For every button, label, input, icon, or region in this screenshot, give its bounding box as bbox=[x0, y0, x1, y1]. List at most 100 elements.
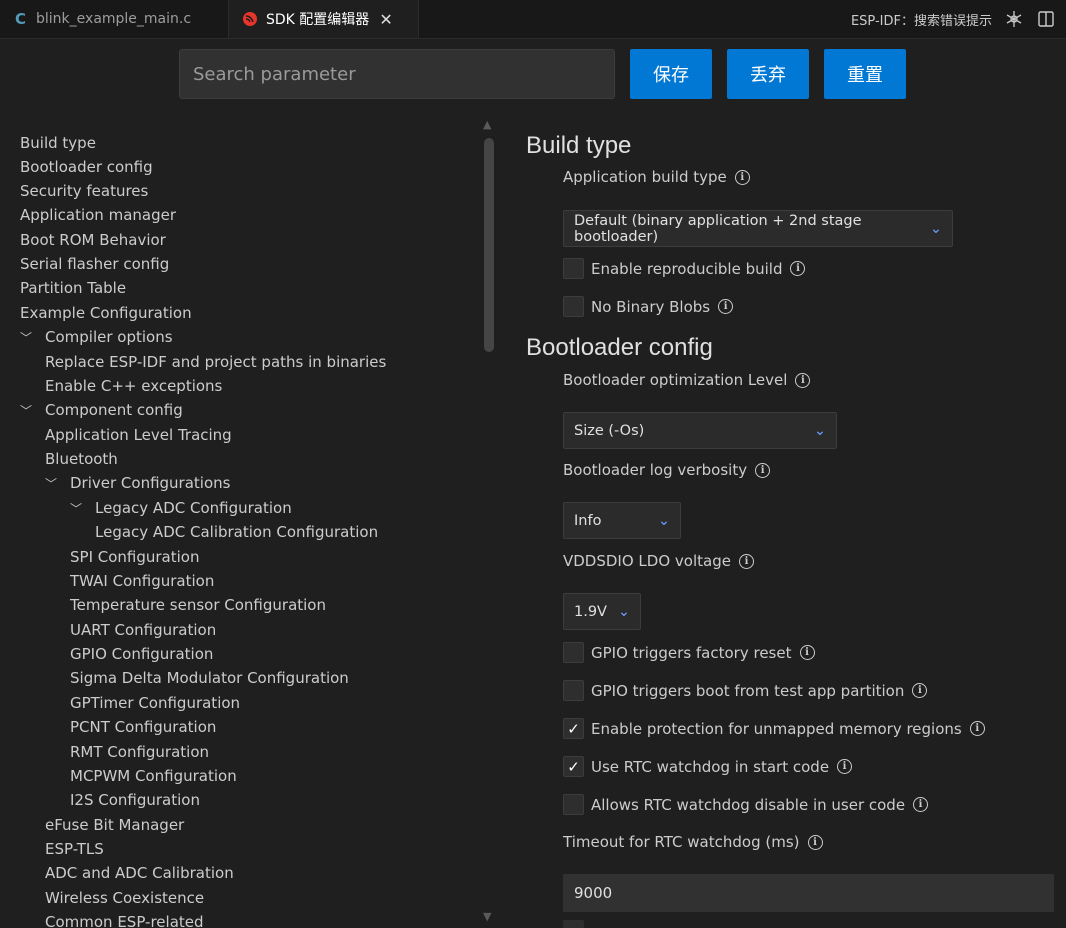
vddsdio-select[interactable]: 1.9V ⌄ bbox=[563, 593, 641, 630]
section-title-build-type: Build type bbox=[526, 132, 632, 159]
tree-item[interactable]: SPI Configuration bbox=[70, 545, 200, 569]
tree-item-legacy-adc[interactable]: ﹀ Legacy ADC Configuration bbox=[70, 496, 292, 520]
gpio-test-app-checkbox[interactable] bbox=[563, 680, 584, 701]
tab-label: blink_example_main.c bbox=[36, 11, 192, 27]
info-icon[interactable]: i bbox=[734, 169, 750, 185]
chevron-down-icon: ⌄ bbox=[813, 422, 826, 439]
tree-item[interactable]: Bluetooth bbox=[45, 447, 118, 471]
tree-item[interactable]: PCNT Configuration bbox=[70, 715, 216, 739]
app-build-type-label: Application build type i bbox=[563, 168, 750, 186]
bootloader-log-label: Bootloader log verbosity i bbox=[563, 461, 771, 479]
config-tree: Build type Bootloader config Security fe… bbox=[0, 130, 480, 928]
info-icon[interactable]: i bbox=[913, 797, 929, 812]
info-icon[interactable]: i bbox=[755, 462, 771, 478]
tree-item[interactable]: ESP-TLS bbox=[45, 837, 104, 861]
tree-item[interactable]: RMT Configuration bbox=[70, 740, 209, 764]
rtc-watchdog-start-checkbox[interactable]: ✓ bbox=[563, 756, 584, 777]
tree-item[interactable]: GPIO Configuration bbox=[70, 642, 213, 666]
info-icon[interactable]: i bbox=[807, 834, 823, 850]
tree-item[interactable]: I2S Configuration bbox=[70, 788, 200, 812]
discard-button[interactable]: 丢弃 bbox=[727, 49, 809, 99]
rtc-timeout-input[interactable] bbox=[563, 874, 1054, 912]
search-input[interactable] bbox=[179, 49, 615, 99]
tree-item[interactable]: Bootloader config bbox=[20, 155, 153, 179]
tree-item[interactable]: Wireless Coexistence bbox=[45, 886, 204, 910]
espressif-icon bbox=[243, 12, 257, 26]
tree-item[interactable]: Sigma Delta Modulator Configuration bbox=[70, 666, 349, 690]
editor-actions: ESP-IDF：搜索错误提示 bbox=[851, 0, 1056, 38]
tree-item[interactable]: Example Configuration bbox=[20, 301, 192, 325]
tab-blink-example-main[interactable]: C blink_example_main.c bbox=[0, 0, 229, 38]
tree-item[interactable]: Application Level Tracing bbox=[45, 423, 232, 447]
save-button[interactable]: 保存 bbox=[630, 49, 712, 99]
gpio-factory-reset-checkbox[interactable] bbox=[563, 642, 584, 663]
tab-sdk-config-editor[interactable]: SDK 配置编辑器 ✕ bbox=[229, 0, 419, 38]
rtc-watchdog-start-row: ✓ Use RTC watchdog in start code i bbox=[563, 756, 853, 777]
bootloader-log-select[interactable]: Info ⌄ bbox=[563, 502, 681, 539]
partial-checkbox[interactable] bbox=[563, 920, 584, 928]
close-icon[interactable]: ✕ bbox=[379, 10, 392, 29]
tree-item[interactable]: Temperature sensor Configuration bbox=[70, 593, 326, 617]
unmapped-memory-protection-checkbox[interactable]: ✓ bbox=[563, 718, 584, 739]
chevron-down-icon: ⌄ bbox=[657, 512, 670, 529]
tree-item[interactable]: GPTimer Configuration bbox=[70, 691, 240, 715]
rtc-timeout-label: Timeout for RTC watchdog (ms) i bbox=[563, 833, 823, 851]
scroll-up-arrow-icon[interactable]: ▲ bbox=[483, 118, 491, 131]
chevron-down-icon: ⌄ bbox=[929, 220, 942, 237]
chevron-down-icon[interactable]: ﹀ bbox=[20, 399, 45, 423]
tree-item[interactable]: Application manager bbox=[20, 203, 176, 227]
tree-scrollbar-thumb[interactable] bbox=[484, 138, 494, 352]
esp-idf-search-error-hint[interactable]: ESP-IDF：搜索错误提示 bbox=[851, 10, 992, 29]
bootloader-opt-level-label: Bootloader optimization Level i bbox=[563, 371, 811, 389]
tree-item[interactable]: Replace ESP-IDF and project paths in bin… bbox=[45, 350, 386, 374]
tree-item[interactable]: MCPWM Configuration bbox=[70, 764, 237, 788]
tree-item[interactable]: eFuse Bit Manager bbox=[45, 813, 184, 837]
chevron-down-icon: ⌄ bbox=[617, 603, 630, 620]
tree-item[interactable]: Security features bbox=[20, 179, 148, 203]
info-icon[interactable]: i bbox=[790, 261, 806, 276]
app-build-type-select[interactable]: Default (binary application + 2nd stage … bbox=[563, 210, 953, 247]
no-binary-blobs-row: No Binary Blobs i bbox=[563, 296, 734, 317]
info-icon[interactable]: i bbox=[912, 683, 928, 698]
espressif-snowflake-icon[interactable] bbox=[1004, 9, 1024, 29]
tree-item[interactable]: Boot ROM Behavior bbox=[20, 228, 166, 252]
tree-item-component-config[interactable]: ﹀ Component config bbox=[20, 398, 183, 422]
tree-item[interactable]: ADC and ADC Calibration bbox=[45, 861, 234, 885]
reproducible-build-row: Enable reproducible build i bbox=[563, 258, 806, 279]
tree-item[interactable]: Common ESP-related bbox=[45, 910, 204, 928]
checkmark-icon: ✓ bbox=[567, 757, 580, 776]
tree-item[interactable]: Serial flasher config bbox=[20, 252, 169, 276]
tree-item[interactable]: UART Configuration bbox=[70, 618, 216, 642]
chevron-down-icon[interactable]: ﹀ bbox=[20, 326, 45, 350]
split-editor-icon[interactable] bbox=[1036, 9, 1056, 29]
rtc-watchdog-disable-checkbox[interactable] bbox=[563, 794, 584, 815]
bootloader-opt-level-select[interactable]: Size (-Os) ⌄ bbox=[563, 412, 837, 449]
reproducible-build-checkbox[interactable] bbox=[563, 258, 584, 279]
tree-item[interactable]: Legacy ADC Calibration Configuration bbox=[95, 520, 378, 544]
tree-item[interactable]: Build type bbox=[20, 131, 96, 155]
section-title-bootloader-config: Bootloader config bbox=[526, 334, 713, 361]
reset-button[interactable]: 重置 bbox=[824, 49, 906, 99]
tab-bar: C blink_example_main.c SDK 配置编辑器 ✕ ESP-I… bbox=[0, 0, 1066, 39]
unmapped-memory-protection-row: ✓ Enable protection for unmapped memory … bbox=[563, 718, 985, 739]
chevron-down-icon[interactable]: ﹀ bbox=[70, 497, 95, 521]
c-file-icon: C bbox=[15, 10, 27, 28]
info-icon[interactable]: i bbox=[837, 759, 853, 774]
tree-item[interactable]: Partition Table bbox=[20, 276, 126, 300]
no-binary-blobs-checkbox[interactable] bbox=[563, 296, 584, 317]
info-icon[interactable]: i bbox=[795, 372, 811, 388]
tree-item[interactable]: TWAI Configuration bbox=[70, 569, 214, 593]
tree-item-compiler-options[interactable]: ﹀ Compiler options bbox=[20, 325, 173, 349]
gpio-test-app-row: GPIO triggers boot from test app partiti… bbox=[563, 680, 928, 701]
tab-label: SDK 配置编辑器 bbox=[266, 12, 370, 28]
info-icon[interactable]: i bbox=[718, 299, 734, 314]
info-icon[interactable]: i bbox=[799, 645, 815, 660]
vddsdio-label: VDDSDIO LDO voltage i bbox=[563, 552, 754, 570]
tree-item-driver-configurations[interactable]: ﹀ Driver Configurations bbox=[45, 471, 230, 495]
gpio-factory-reset-row: GPIO triggers factory reset i bbox=[563, 642, 815, 663]
tree-item[interactable]: Enable C++ exceptions bbox=[45, 374, 222, 398]
scroll-down-arrow-icon[interactable]: ▼ bbox=[483, 910, 491, 923]
chevron-down-icon[interactable]: ﹀ bbox=[45, 472, 70, 496]
info-icon[interactable]: i bbox=[969, 721, 985, 736]
info-icon[interactable]: i bbox=[738, 553, 754, 569]
